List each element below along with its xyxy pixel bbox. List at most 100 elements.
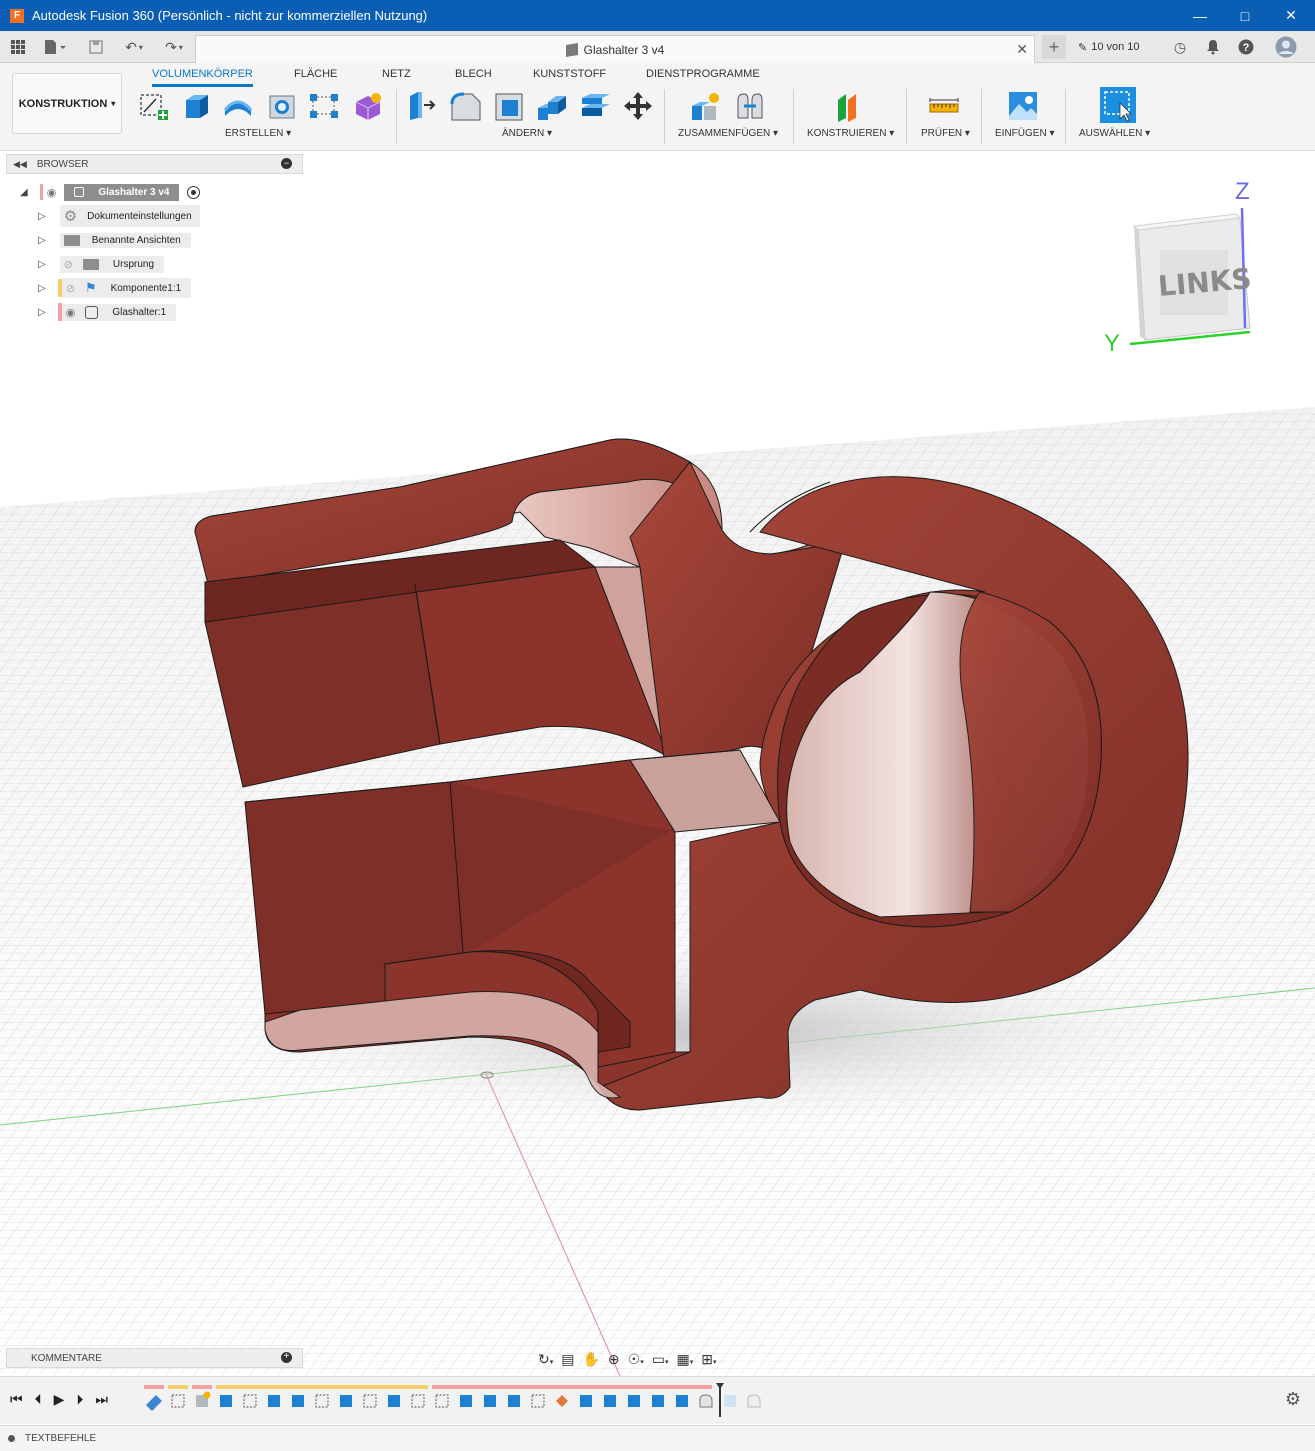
expand-triangle-icon[interactable]: ▷ [38, 259, 46, 270]
group-auswaehlen[interactable]: AUSWÄHLEN ▾ [1079, 128, 1150, 139]
go-to-start-icon[interactable]: ⏮ [10, 1391, 23, 1408]
group-zusammenfuegen[interactable]: ZUSAMMENFÜGEN ▾ [678, 128, 778, 139]
document-tab-title: Glashalter 3 v4 [583, 42, 665, 57]
visibility-eye-icon[interactable]: ◉ [66, 306, 76, 319]
grid-settings-icon[interactable]: ▦▾ [676, 1351, 693, 1368]
body-icon [85, 305, 99, 319]
go-to-end-icon[interactable]: ⏭ [95, 1391, 108, 1408]
expand-triangle-icon[interactable]: ▷ [38, 307, 46, 318]
new-component-icon[interactable] [690, 90, 722, 122]
workspace-switcher-button[interactable]: KONSTRUKTION ▾ [12, 73, 122, 134]
collapse-panel-icon[interactable]: ◀◀ [13, 159, 27, 170]
group-erstellen[interactable]: ERSTELLEN ▾ [225, 128, 291, 139]
hidden-eye-icon[interactable]: ⊘ [64, 258, 73, 271]
browser-item-benannte-ansichten[interactable]: ▷ Benannte Ansichten [38, 230, 191, 250]
minimize-browser-icon[interactable]: − [281, 158, 292, 169]
step-forward-icon[interactable]: ⏵ [76, 1391, 83, 1408]
redo-icon[interactable]: ↷ ▾ [158, 37, 190, 57]
revolve-icon[interactable] [222, 90, 254, 122]
viewcube[interactable]: LINKS Z Y [1100, 178, 1290, 363]
hole-icon[interactable] [266, 90, 298, 122]
split-body-icon[interactable] [580, 90, 612, 122]
user-avatar[interactable] [1274, 36, 1298, 58]
help-icon[interactable]: ? [1236, 37, 1256, 57]
notifications-bell-icon[interactable] [1203, 37, 1223, 57]
timeline-controls: ⏮ ⏴ ▶ ⏵ ⏭ [10, 1391, 108, 1408]
expand-triangle-icon[interactable]: ▷ [38, 211, 46, 222]
root-label: Glashalter 3 v4 [98, 186, 170, 198]
expand-triangle-icon[interactable]: ▷ [38, 235, 46, 246]
browser-root-row[interactable]: ◢ ◉ Glashalter 3 v4 [20, 182, 201, 202]
create-sketch-icon[interactable] [138, 90, 170, 122]
tab-blech[interactable]: BLECH [455, 67, 492, 87]
group-aendern[interactable]: ÄNDERN ▾ [502, 128, 552, 139]
hidden-eye-icon[interactable]: ⊘ [66, 282, 75, 295]
create-form-icon[interactable] [352, 90, 384, 122]
activate-radio-icon[interactable] [187, 185, 201, 199]
component-icon: ⚑ [84, 280, 97, 295]
offset-plane-icon[interactable] [834, 90, 866, 122]
toolbar-divider [664, 89, 665, 144]
joint-icon[interactable] [734, 90, 766, 122]
add-comment-icon[interactable]: + [281, 1352, 292, 1363]
collapse-triangle-icon[interactable]: ◢ [20, 187, 28, 198]
document-tab-bar: ↶ ▾ ↷ ▾ Glashalter 3 v4 ✕ + ✎ 10 von 10 ◷ … [0, 31, 1315, 63]
tab-volumenkoerper[interactable]: VOLUMENKÖRPER [152, 67, 253, 87]
shell-icon[interactable] [494, 90, 526, 122]
visibility-eye-icon[interactable]: ◉ [47, 186, 57, 199]
comments-panel-header[interactable]: KOMMENTARE + [6, 1348, 303, 1368]
tab-dienstprogramme[interactable]: DIENSTPROGRAMME [646, 67, 760, 87]
new-tab-button[interactable]: + [1042, 35, 1066, 59]
toolbar-divider [906, 89, 907, 144]
display-settings-icon[interactable]: ▭▾ [652, 1351, 669, 1368]
browser-item-label: Dokumenteinstellungen [87, 210, 192, 222]
press-pull-icon[interactable] [406, 90, 438, 122]
version-indicator[interactable]: ✎ 10 von 10 [1078, 35, 1140, 59]
timeline-features[interactable] [142, 1383, 772, 1417]
extrude-icon[interactable] [180, 90, 212, 122]
group-einfuegen[interactable]: EINFÜGEN ▾ [995, 128, 1054, 139]
measure-icon[interactable] [928, 90, 960, 122]
tab-flaeche[interactable]: FLÄCHE [294, 67, 337, 87]
browser-item-komponente1[interactable]: ▷ ⊘ ⚑ Komponente1:1 [38, 278, 192, 298]
group-pruefen[interactable]: PRÜFEN ▾ [921, 128, 970, 139]
minimize-button[interactable]: — [1177, 0, 1223, 31]
text-commands-expand-icon[interactable] [8, 1435, 15, 1442]
version-count: 10 von 10 [1091, 41, 1140, 53]
job-status-icon[interactable]: ◷ [1170, 37, 1190, 57]
save-icon[interactable] [86, 37, 106, 57]
maximize-button[interactable]: □ [1222, 0, 1268, 31]
root-component-box[interactable]: Glashalter 3 v4 [64, 183, 180, 201]
file-menu-icon[interactable] [40, 37, 70, 57]
pan-hand-icon[interactable]: ✋ [582, 1351, 599, 1368]
text-commands-label: TEXTBEFEHLE [25, 1433, 97, 1444]
browser-panel-header[interactable]: ◀◀ BROWSER − [6, 154, 303, 174]
group-konstruieren[interactable]: KONSTRUIEREN ▾ [807, 128, 894, 139]
step-back-icon[interactable]: ⏴ [35, 1391, 42, 1408]
insert-image-icon[interactable] [1007, 90, 1039, 122]
undo-icon[interactable]: ↶ ▾ [118, 37, 150, 57]
zoom-icon[interactable]: ⊕ [608, 1351, 620, 1368]
close-tab-icon[interactable]: ✕ [1016, 41, 1028, 58]
pattern-icon[interactable] [308, 90, 340, 122]
browser-item-glashalter[interactable]: ▷ ◉ Glashalter:1 [38, 302, 177, 322]
play-icon[interactable]: ▶ [54, 1391, 65, 1408]
expand-triangle-icon[interactable]: ▷ [38, 283, 46, 294]
close-window-button[interactable]: ✕ [1268, 0, 1314, 31]
move-icon[interactable] [622, 90, 654, 122]
apps-grid-icon[interactable] [8, 37, 28, 57]
select-icon[interactable] [1100, 87, 1136, 123]
tab-netz[interactable]: NETZ [382, 67, 411, 87]
look-at-icon[interactable]: ▤ [561, 1351, 574, 1368]
orbit-icon[interactable]: ↻▾ [538, 1351, 553, 1368]
combine-icon[interactable] [536, 90, 568, 122]
timeline-settings-gear-icon[interactable]: ⚙ [1285, 1389, 1301, 1410]
tab-kunststoff[interactable]: KUNSTSTOFF [533, 67, 606, 87]
browser-item-dokumenteinstellungen[interactable]: ▷ ⚙ Dokumenteinstellungen [38, 205, 200, 227]
fillet-icon[interactable] [450, 90, 482, 122]
fit-zoom-icon[interactable]: ☉▾ [628, 1351, 644, 1368]
document-tab[interactable]: Glashalter 3 v4 ✕ [195, 35, 1035, 63]
browser-item-ursprung[interactable]: ▷ ⊘ Ursprung [38, 254, 165, 274]
text-commands-bar[interactable]: TEXTBEFEHLE [0, 1425, 1315, 1451]
viewports-icon[interactable]: ⊞▾ [701, 1351, 716, 1368]
